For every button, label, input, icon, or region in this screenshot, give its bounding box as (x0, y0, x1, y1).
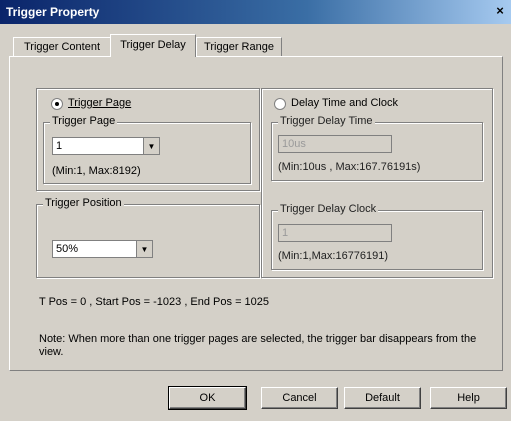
delay-time-clock-section: Delay Time and Clock Trigger Delay Time … (261, 88, 493, 278)
trigger-page-section: Trigger Page Trigger Page 1 ▼ (Min:1, Ma… (36, 88, 260, 191)
delay-time-clock-radio[interactable] (274, 98, 286, 110)
cancel-button[interactable]: Cancel (261, 387, 338, 409)
trigger-page-radio[interactable] (51, 98, 63, 110)
window-title: Trigger Property (6, 5, 100, 19)
tab-trigger-delay[interactable]: Trigger Delay (110, 34, 196, 57)
default-button[interactable]: Default (344, 387, 421, 409)
trigger-property-dialog: Trigger Property × Trigger Content Trigg… (0, 0, 511, 421)
trigger-position-value: 50% (56, 243, 79, 255)
trigger-page-group: Trigger Page 1 ▼ (Min:1, Max:8192) (43, 115, 251, 184)
close-icon[interactable]: × (493, 4, 507, 18)
note-text: Note: When more than one trigger pages a… (39, 333, 477, 358)
chevron-down-icon[interactable]: ▼ (143, 138, 159, 154)
help-button[interactable]: Help (430, 387, 507, 409)
trigger-delay-time-input[interactable]: 10us (278, 135, 392, 153)
trigger-delay-time-label: Trigger Delay Time (278, 115, 375, 127)
tab-trigger-range[interactable]: Trigger Range (196, 37, 282, 57)
trigger-delay-clock-input[interactable]: 1 (278, 224, 392, 242)
trigger-position-select[interactable]: 50% ▼ (52, 240, 153, 258)
trigger-position-group: Trigger Position 50% ▼ (36, 197, 260, 278)
delay-time-clock-radio-label[interactable]: Delay Time and Clock (291, 97, 398, 109)
trigger-page-range: (Min:1, Max:8192) (52, 165, 141, 177)
title-bar[interactable]: Trigger Property × (0, 0, 511, 24)
position-info: T Pos = 0 , Start Pos = -1023 , End Pos … (39, 296, 270, 308)
trigger-delay-time-range: (Min:10us , Max:167.76191s) (278, 161, 421, 173)
trigger-delay-clock-label: Trigger Delay Clock (278, 203, 379, 215)
trigger-position-label: Trigger Position (43, 197, 124, 209)
trigger-delay-time-group: Trigger Delay Time 10us (Min:10us , Max:… (271, 115, 483, 181)
trigger-page-group-label: Trigger Page (50, 115, 118, 127)
ok-button[interactable]: OK (168, 386, 247, 410)
trigger-page-value: 1 (56, 140, 63, 152)
tab-trigger-content[interactable]: Trigger Content (13, 37, 111, 57)
trigger-page-radio-label[interactable]: Trigger Page (68, 97, 131, 109)
trigger-delay-panel: Trigger Page Trigger Page 1 ▼ (Min:1, Ma… (9, 56, 503, 371)
trigger-delay-clock-range: (Min:1,Max:16776191) (278, 250, 389, 262)
chevron-down-icon[interactable]: ▼ (136, 241, 152, 257)
trigger-delay-clock-group: Trigger Delay Clock 1 (Min:1,Max:1677619… (271, 203, 483, 270)
trigger-page-select[interactable]: 1 ▼ (52, 137, 160, 155)
